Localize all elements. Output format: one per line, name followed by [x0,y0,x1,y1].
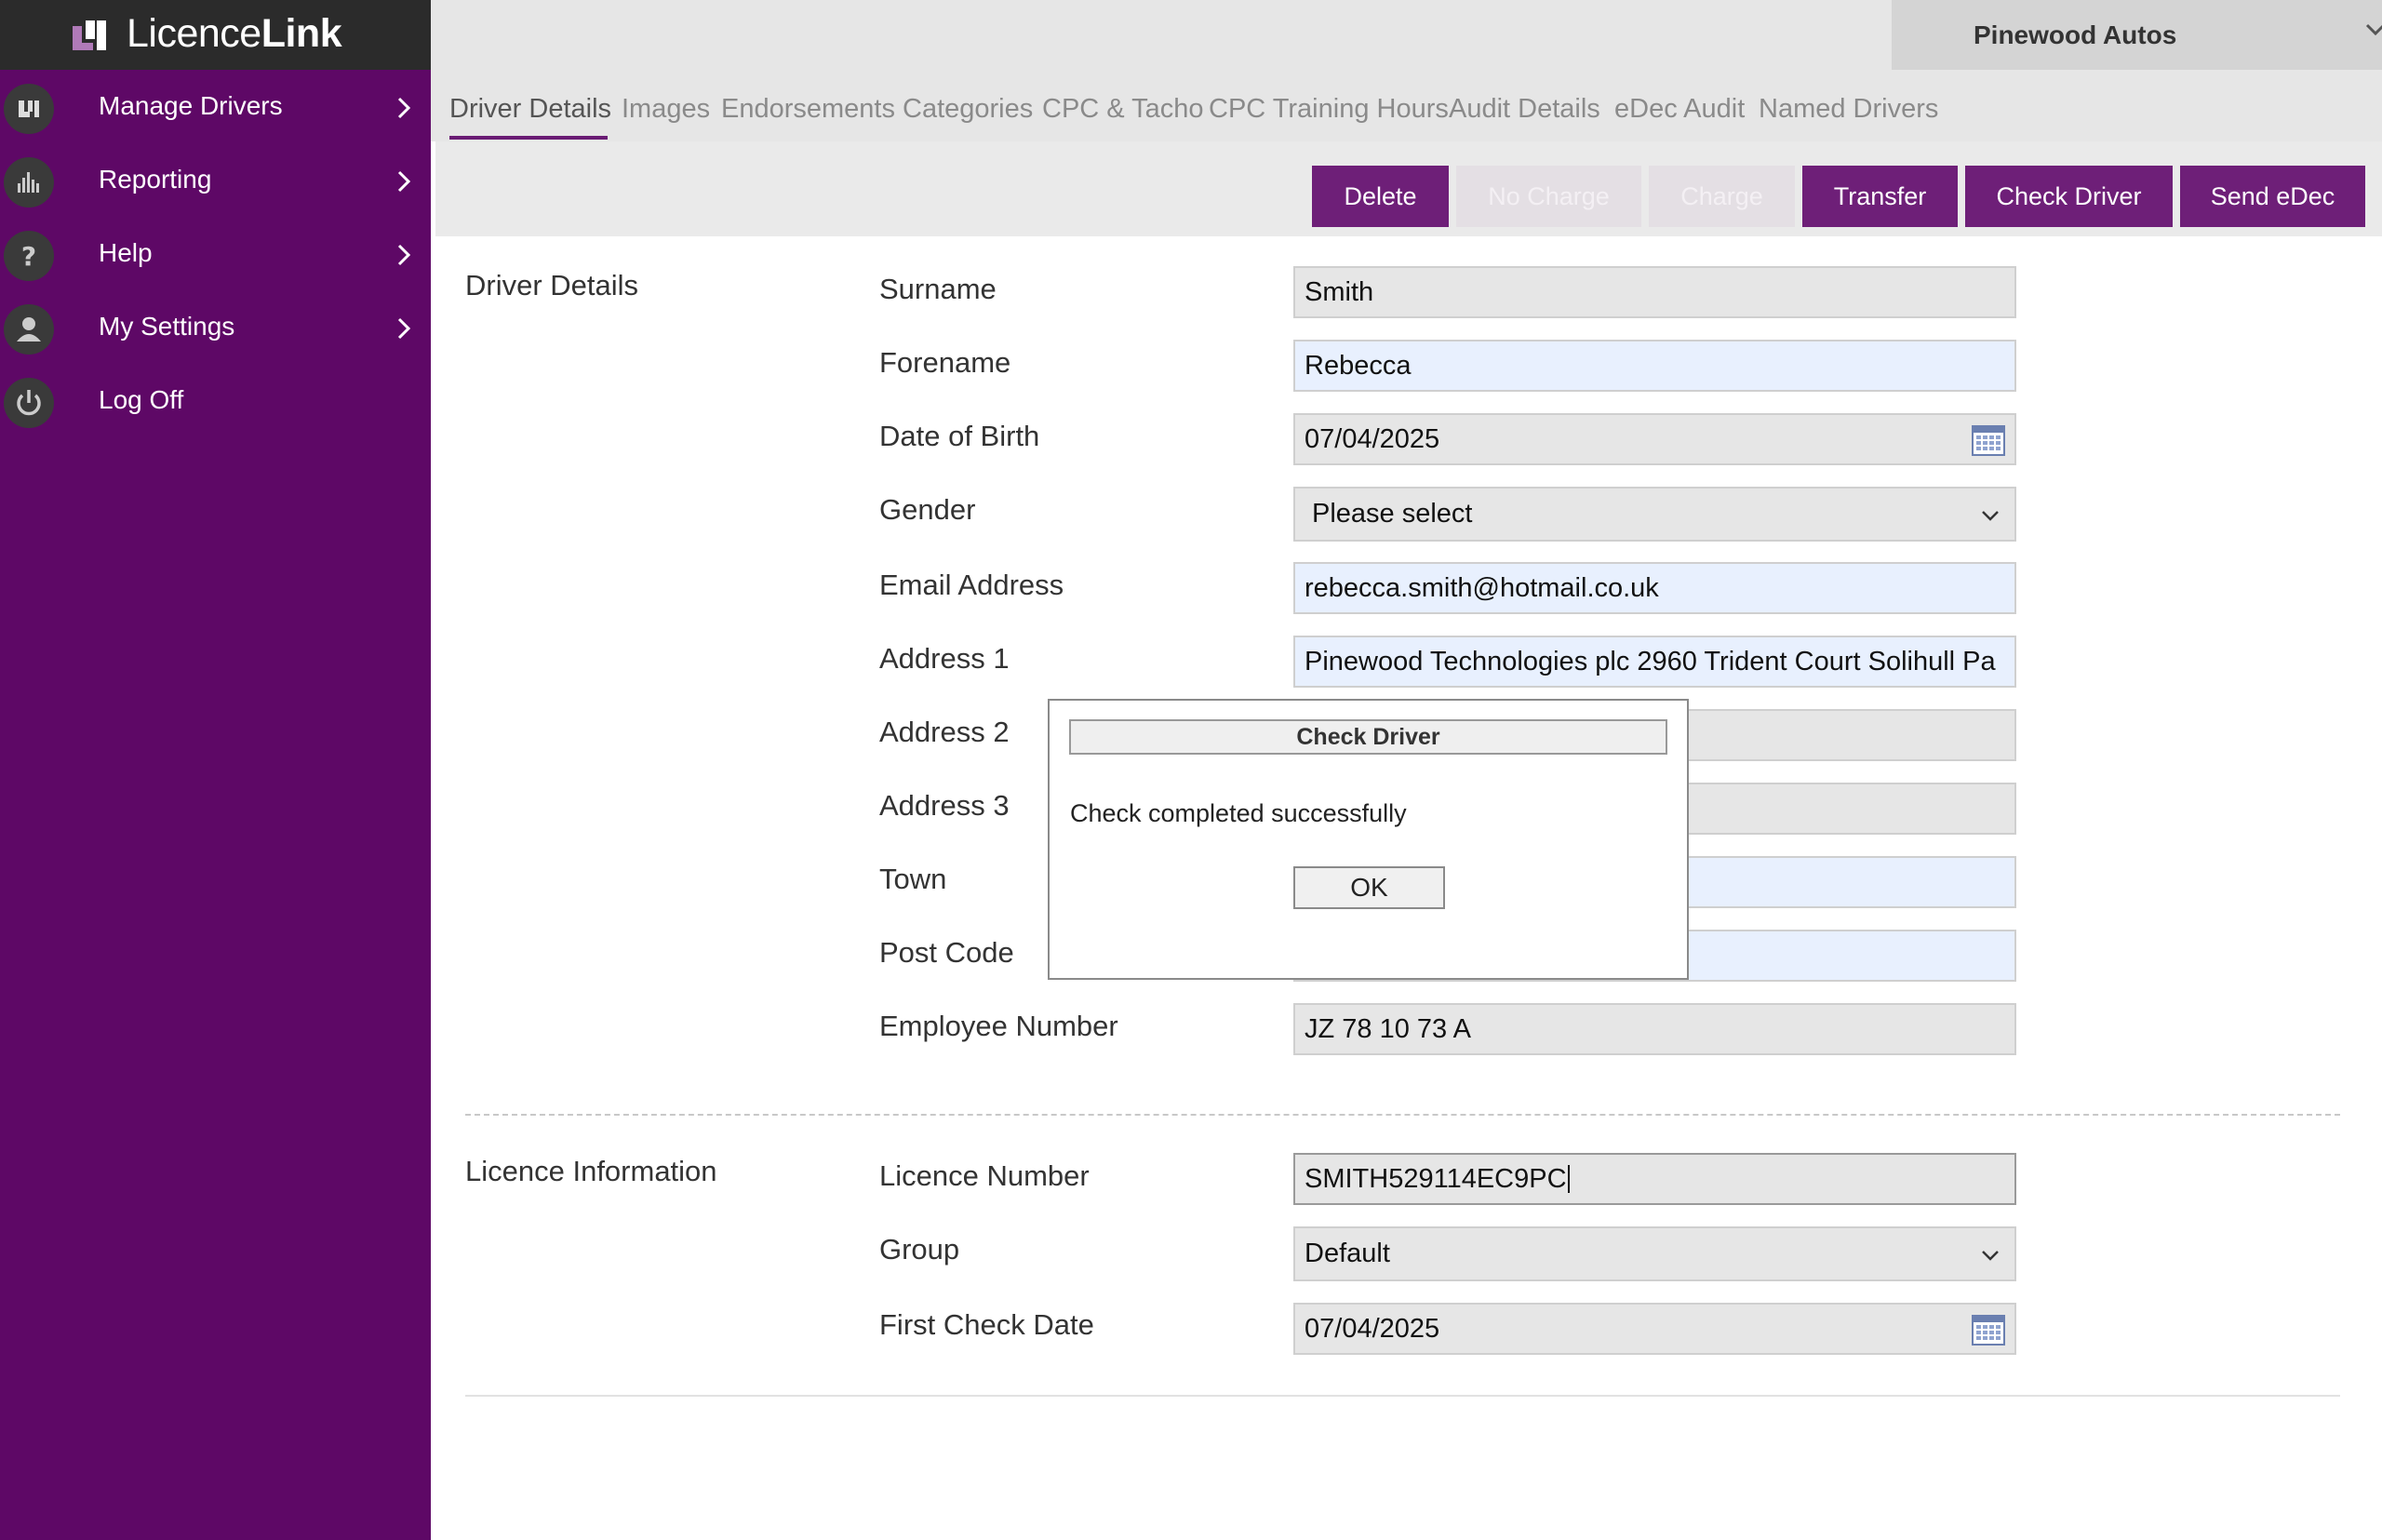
bar-chart-icon [4,157,54,208]
no-charge-button[interactable]: No Charge [1456,166,1641,227]
tab-categories[interactable]: Categories [903,94,1033,125]
text-caret [1567,1165,1570,1193]
gender-label: Gender [879,493,976,526]
chevron-down-icon [2365,23,2382,36]
address3-label: Address 3 [879,789,1010,822]
postcode-label: Post Code [879,936,1014,969]
tab-images[interactable]: Images [622,94,710,125]
chevron-right-icon [397,97,411,119]
email-value: rebecca.smith@hotmail.co.uk [1305,572,1659,603]
sidebar-item-label: Reporting [99,165,212,194]
logo-mark-icon [73,20,106,50]
gender-value: Please select [1312,499,1473,529]
employee-number-label: Employee Number [879,1010,1118,1042]
sidebar-item-log-off[interactable]: Log Off [0,365,431,438]
logo-text[interactable]: LicenceLink [127,11,342,57]
calendar-icon[interactable] [1972,424,2005,456]
forename-label: Forename [879,346,1011,379]
dob-value: 07/04/2025 [1305,423,1440,454]
surname-label: Surname [879,273,997,305]
delete-button[interactable]: Delete [1312,166,1449,227]
dob-label: Date of Birth [879,420,1040,452]
tab-endorsements[interactable]: Endorsements [721,94,895,125]
address1-label: Address 1 [879,642,1010,675]
action-toolbar: Delete No Charge Charge Transfer Check D… [435,141,2382,236]
active-tab-indicator [449,136,608,140]
chevron-down-icon [1982,1251,1999,1261]
sidebar-item-manage-drivers[interactable]: Manage Drivers [0,71,431,144]
sidebar-item-label: My Settings [99,312,235,341]
tab-audit-details[interactable]: Audit Details [1449,94,1600,125]
employee-number-value: JZ 78 10 73 A [1305,1013,1471,1044]
driver-details-section-title: Driver Details [465,269,639,301]
group-select[interactable]: Default [1293,1226,2016,1281]
licence-number-field[interactable]: SMITH529114EC9PC [1293,1153,2016,1205]
surname-value: Smith [1305,276,1374,307]
dob-field[interactable]: 07/04/2025 [1293,413,2016,465]
town-label: Town [879,863,947,895]
send-edec-button[interactable]: Send eDec [2180,166,2365,227]
sidebar-item-label: Manage Drivers [99,91,283,120]
forename-field[interactable]: Rebecca [1293,340,2016,392]
power-icon [4,378,54,428]
dialog-title: Check Driver [1069,719,1667,755]
logo-mark-icon [4,84,54,134]
tab-edec-audit[interactable]: eDec Audit [1614,94,1745,125]
top-bar: Pinewood Autos [431,0,2382,70]
section-divider [465,1395,2340,1397]
tab-bar: Driver Details Images Endorsements Categ… [431,70,2382,141]
sidebar-item-label: Help [99,238,153,267]
sidebar-item-help[interactable]: ? Help [0,218,431,291]
logo-bar: LicenceLink [0,0,431,70]
calendar-icon[interactable] [1972,1314,2005,1346]
user-icon [4,304,54,355]
check-driver-dialog: Check Driver Check completed successfull… [1048,699,1689,980]
sidebar-item-label: Log Off [99,385,184,414]
dialog-message: Check completed successfully [1070,799,1407,827]
sidebar-item-my-settings[interactable]: My Settings [0,291,431,365]
surname-field[interactable]: Smith [1293,266,2016,318]
company-select[interactable]: Pinewood Autos [1892,0,2382,70]
ok-button[interactable]: OK [1293,866,1445,909]
tab-cpc-training-hours[interactable]: CPC Training Hours [1209,94,1449,125]
chevron-right-icon [397,170,411,193]
group-label: Group [879,1233,960,1265]
tab-named-drivers[interactable]: Named Drivers [1759,94,1938,125]
licence-number-value: SMITH529114EC9PC [1305,1163,1567,1194]
tab-cpc-tacho[interactable]: CPC & Tacho [1042,94,1204,125]
sidebar: LicenceLink Manage Drivers Reporting ? H… [0,0,431,1540]
check-driver-button[interactable]: Check Driver [1965,166,2173,227]
forename-value: Rebecca [1305,350,1412,381]
address1-value: Pinewood Technologies plc 2960 Trident C… [1305,646,1996,676]
tab-driver-details[interactable]: Driver Details [449,94,611,125]
group-value: Default [1305,1239,1390,1268]
licence-info-section-title: Licence Information [465,1155,717,1187]
question-icon: ? [4,231,54,281]
chevron-down-icon [1982,511,1999,521]
sidebar-item-reporting[interactable]: Reporting [0,144,431,218]
chevron-right-icon [397,244,411,266]
first-check-date-field[interactable]: 07/04/2025 [1293,1303,2016,1355]
transfer-button[interactable]: Transfer [1802,166,1958,227]
first-check-date-label: First Check Date [879,1308,1094,1341]
employee-number-field[interactable]: JZ 78 10 73 A [1293,1003,2016,1055]
svg-text:?: ? [21,241,36,272]
email-field[interactable]: rebecca.smith@hotmail.co.uk [1293,562,2016,614]
email-label: Email Address [879,569,1064,601]
company-name: Pinewood Autos [1974,20,2177,49]
address2-label: Address 2 [879,716,1010,748]
charge-button[interactable]: Charge [1649,166,1795,227]
gender-select[interactable]: Please select [1293,487,2016,542]
address1-field[interactable]: Pinewood Technologies plc 2960 Trident C… [1293,636,2016,688]
chevron-right-icon [397,317,411,340]
section-divider [465,1114,2340,1116]
licence-number-label: Licence Number [879,1159,1090,1192]
first-check-date-value: 07/04/2025 [1305,1313,1440,1344]
